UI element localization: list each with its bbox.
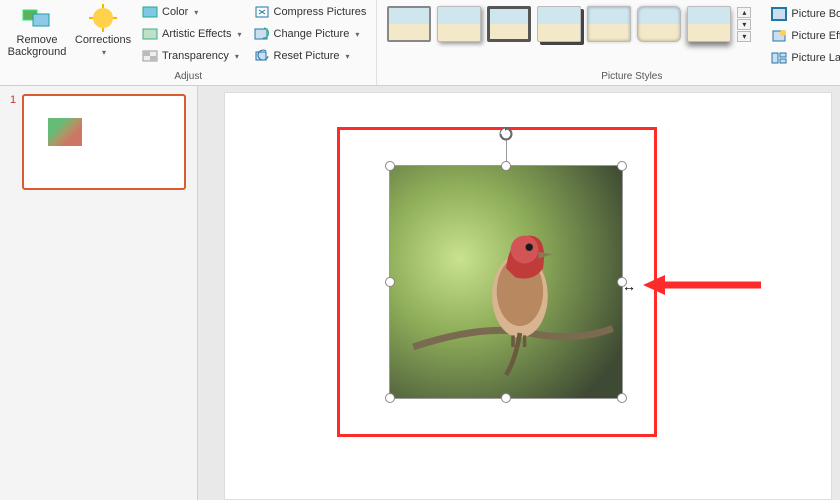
picture-effects-icon xyxy=(771,29,787,43)
chevron-down-icon: ▾ xyxy=(102,48,106,57)
artistic-effects-icon xyxy=(142,27,158,41)
compress-icon xyxy=(254,5,270,19)
gallery-scroll: ▴ ▾ ▾ xyxy=(737,7,751,42)
color-button[interactable]: Color ▾ xyxy=(138,2,246,22)
chevron-down-icon: ▾ xyxy=(235,52,239,61)
style-thumb-4[interactable] xyxy=(537,6,581,42)
compress-label: Compress Pictures xyxy=(274,6,367,18)
gallery-scroll-down[interactable]: ▾ xyxy=(737,19,751,30)
picture-effects-button[interactable]: Picture Effects ▾ xyxy=(767,26,840,46)
resize-handle-bottom-mid[interactable] xyxy=(501,393,511,403)
change-picture-icon xyxy=(254,27,270,41)
chevron-down-icon: ▾ xyxy=(237,30,241,39)
color-icon xyxy=(142,5,158,19)
artistic-label: Artistic Effects xyxy=(162,28,231,40)
picture-border-label: Picture Border xyxy=(791,8,840,20)
picture-layout-button[interactable]: Picture Layout ▾ xyxy=(767,48,840,68)
remove-background-icon xyxy=(21,4,53,32)
transparency-icon xyxy=(142,49,158,63)
picture-effects-label: Picture Effects xyxy=(791,30,840,42)
resize-handle-top-mid[interactable] xyxy=(501,161,511,171)
picture-border-icon xyxy=(771,7,787,21)
chevron-down-icon: ▾ xyxy=(346,52,350,61)
change-label: Change Picture xyxy=(274,28,350,40)
picture-border-button[interactable]: Picture Border ▾ xyxy=(767,4,840,24)
compress-pictures-button[interactable]: Compress Pictures xyxy=(250,2,371,22)
resize-handle-mid-left[interactable] xyxy=(385,277,395,287)
slide-thumbnail-1[interactable] xyxy=(22,94,186,190)
group-adjust: Remove Background Corrections ▾ Color ▾ … xyxy=(0,0,377,85)
gallery-scroll-up[interactable]: ▴ xyxy=(737,7,751,18)
slide-number: 1 xyxy=(10,94,16,106)
slide-canvas[interactable]: ↔ xyxy=(224,92,832,500)
artistic-effects-button[interactable]: Artistic Effects ▾ xyxy=(138,24,246,44)
corrections-button[interactable]: Corrections ▾ xyxy=(72,2,134,68)
corrections-icon xyxy=(89,4,117,32)
chevron-down-icon: ▾ xyxy=(355,30,359,39)
gallery-more[interactable]: ▾ xyxy=(737,31,751,42)
style-thumb-6[interactable] xyxy=(637,6,681,42)
remove-background-button[interactable]: Remove Background xyxy=(6,2,68,68)
picture-selection-frame[interactable] xyxy=(389,165,623,399)
ribbon: Remove Background Corrections ▾ Color ▾ … xyxy=(0,0,840,86)
style-thumb-1[interactable] xyxy=(387,6,431,42)
transparency-label: Transparency xyxy=(162,50,229,62)
resize-handle-mid-right[interactable] xyxy=(617,277,627,287)
color-label: Color xyxy=(162,6,188,18)
style-thumb-3[interactable] xyxy=(487,6,531,42)
style-thumb-7[interactable] xyxy=(687,6,731,42)
picture-layout-label: Picture Layout xyxy=(791,52,840,64)
annotation-arrow xyxy=(643,273,763,297)
workspace: 1 xyxy=(0,86,840,500)
reset-picture-button[interactable]: Reset Picture ▾ xyxy=(250,46,371,66)
reset-label: Reset Picture xyxy=(274,50,340,62)
corrections-label: Corrections xyxy=(75,34,131,46)
group-styles-label: Picture Styles xyxy=(383,69,840,85)
picture-styles-gallery: ▴ ▾ ▾ xyxy=(383,2,755,42)
transparency-button[interactable]: Transparency ▾ xyxy=(138,46,246,66)
rotate-handle[interactable] xyxy=(498,126,514,142)
inserted-picture[interactable] xyxy=(390,166,622,398)
change-picture-button[interactable]: Change Picture ▾ xyxy=(250,24,371,44)
remove-background-label: Remove Background xyxy=(8,34,67,58)
resize-handle-top-right[interactable] xyxy=(617,161,627,171)
resize-handle-bottom-left[interactable] xyxy=(385,393,395,403)
group-picture-styles: ▴ ▾ ▾ Picture Border ▾ Picture Effects ▾ xyxy=(377,0,840,85)
resize-handle-bottom-right[interactable] xyxy=(617,393,627,403)
reset-picture-icon xyxy=(254,49,270,63)
group-adjust-label: Adjust xyxy=(6,69,370,85)
style-thumb-2[interactable] xyxy=(437,6,481,42)
resize-handle-top-left[interactable] xyxy=(385,161,395,171)
slide-thumbnail-content xyxy=(48,118,82,146)
style-thumb-5[interactable] xyxy=(587,6,631,42)
slide-thumbnail-panel: 1 xyxy=(0,86,198,500)
picture-layout-icon xyxy=(771,51,787,65)
chevron-down-icon: ▾ xyxy=(194,8,198,17)
